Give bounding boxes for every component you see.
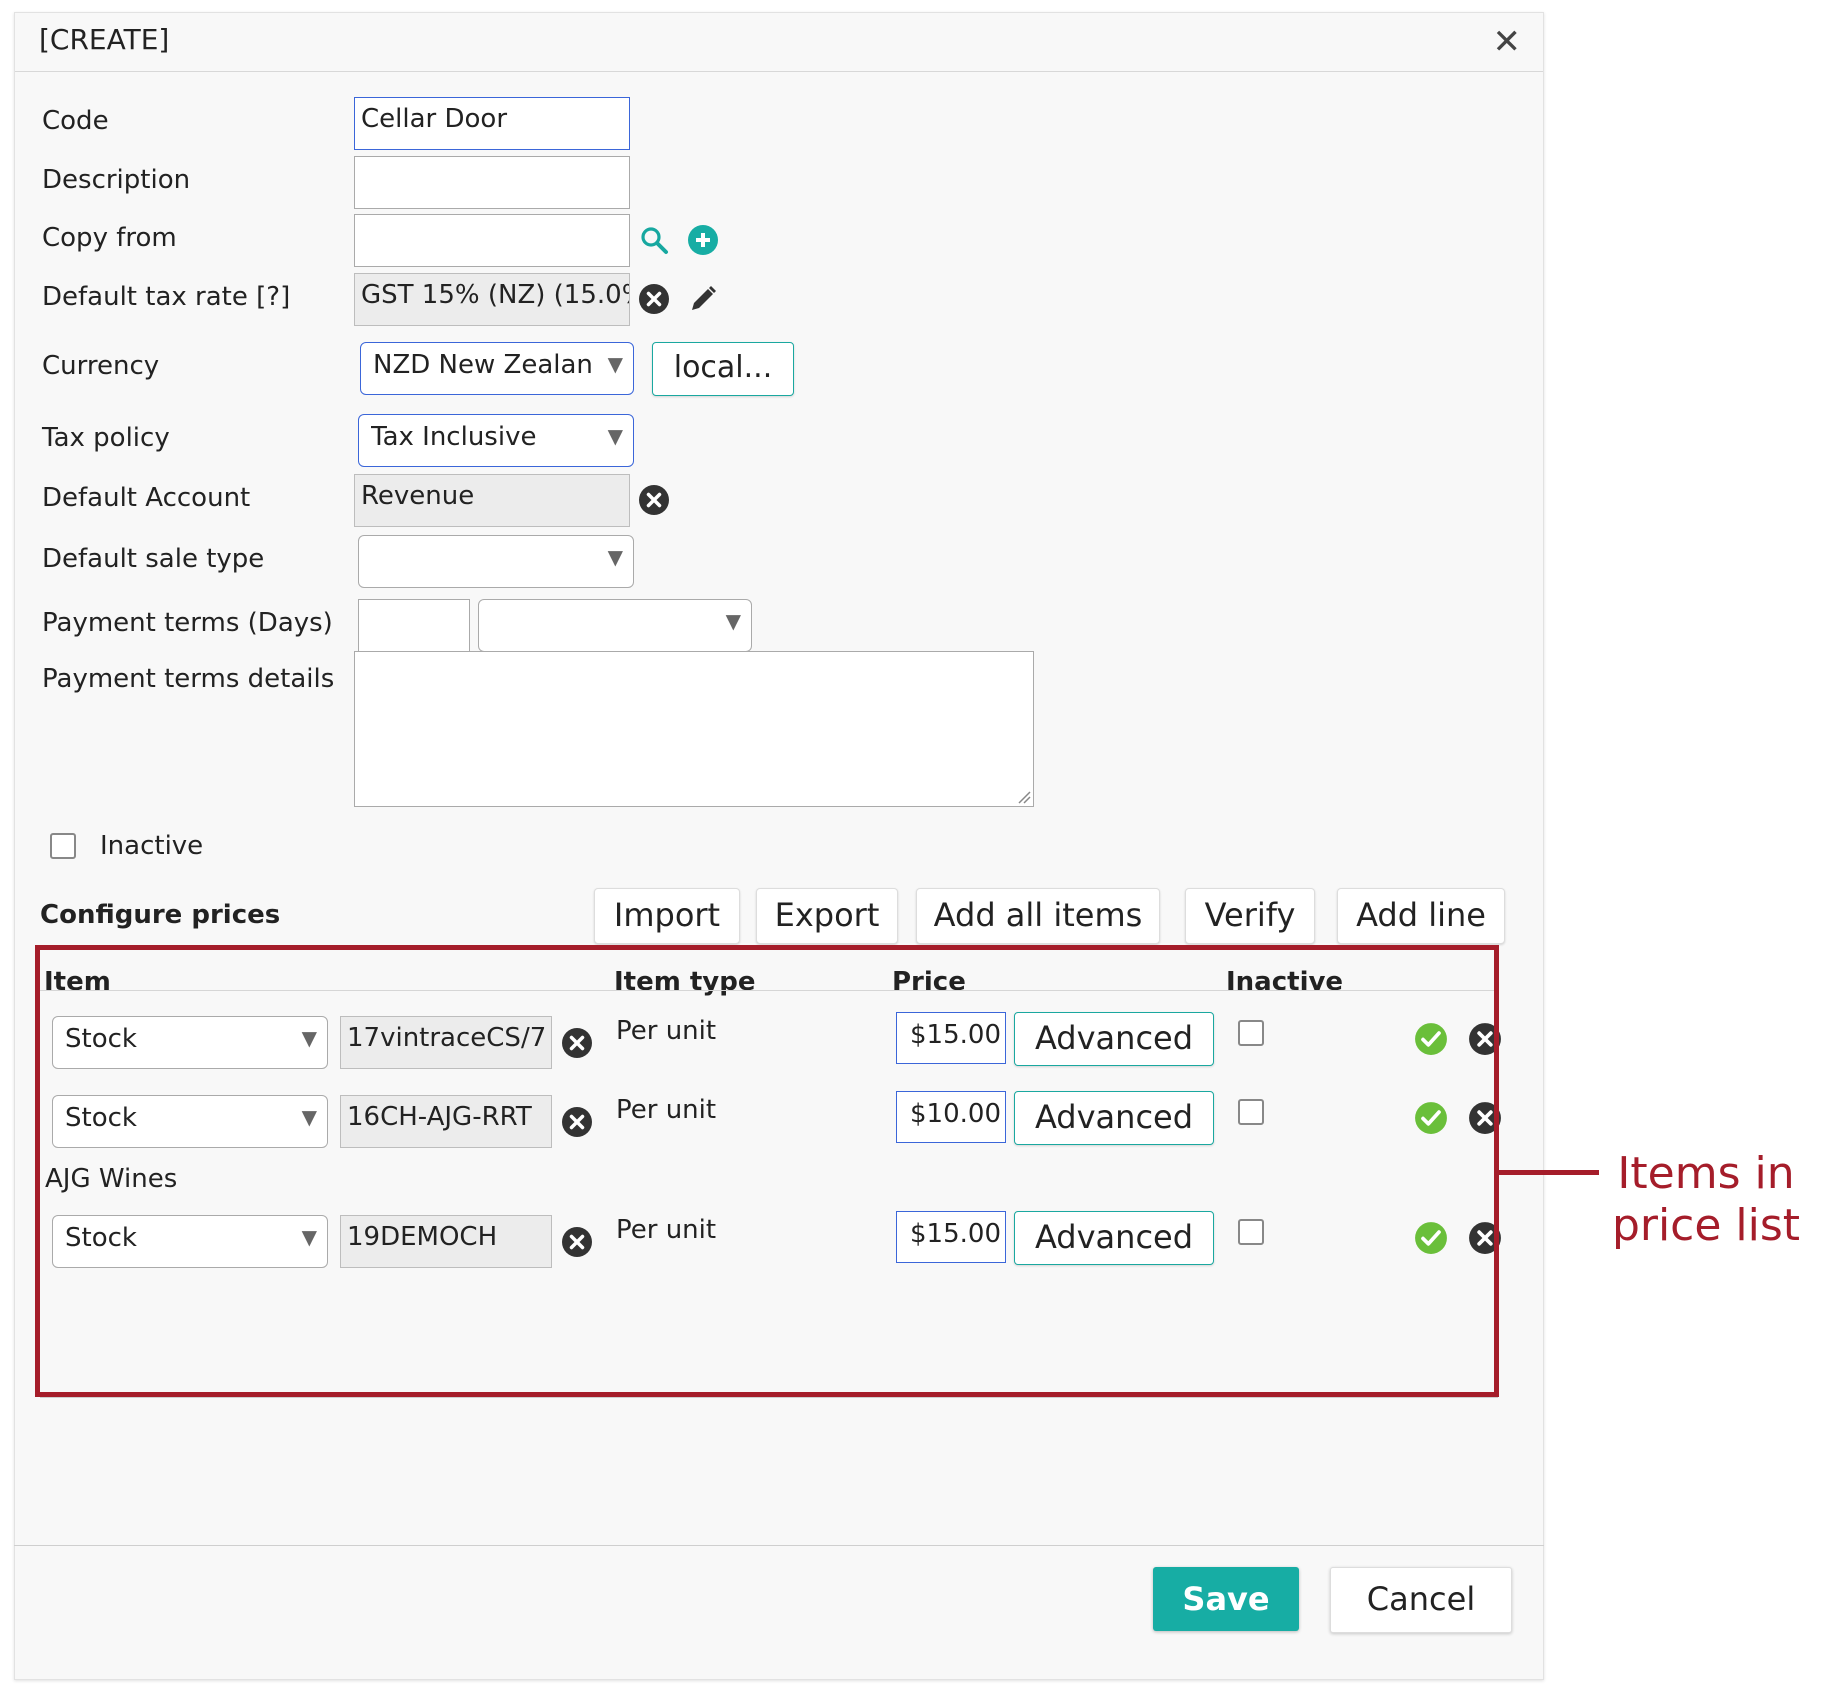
clear-icon[interactable] — [638, 283, 670, 315]
export-button[interactable]: Export — [756, 888, 898, 944]
column-header-price: Price — [892, 967, 966, 997]
item-sub-label: AJG Wines — [45, 1164, 178, 1194]
default-sale-type-select[interactable]: ▼ — [358, 535, 634, 588]
item-code-input[interactable]: 17vintraceCS/7 — [340, 1016, 552, 1069]
copy-from-input[interactable] — [354, 214, 630, 267]
configure-prices-title: Configure prices — [40, 900, 281, 930]
dialog-titlebar: [CREATE] ✕ — [15, 13, 1543, 72]
column-header-item: Item — [44, 967, 111, 997]
price-input[interactable]: $15.00 — [896, 1012, 1006, 1064]
item-kind-value: Stock — [65, 1223, 137, 1253]
dropdown-arrow-icon: ▼ — [725, 609, 741, 633]
save-button[interactable]: Save — [1153, 1567, 1299, 1631]
advanced-button[interactable]: Advanced — [1014, 1091, 1214, 1145]
local-currency-button[interactable]: local... — [652, 342, 794, 396]
payment-terms-label: Payment terms (Days) — [42, 608, 333, 638]
add-line-button[interactable]: Add line — [1337, 888, 1505, 944]
payment-terms-details-label: Payment terms details — [42, 664, 335, 694]
dialog-title: [CREATE] — [39, 23, 170, 56]
row-inactive-checkbox[interactable] — [1238, 1219, 1264, 1245]
code-label: Code — [42, 106, 109, 136]
row-inactive-checkbox[interactable] — [1238, 1099, 1264, 1125]
check-circle-icon[interactable] — [1414, 1022, 1448, 1056]
default-account-input[interactable]: Revenue — [354, 474, 630, 527]
description-label: Description — [42, 165, 191, 195]
dropdown-arrow-icon: ▼ — [301, 1225, 317, 1249]
row-inactive-checkbox[interactable] — [1238, 1020, 1264, 1046]
tax-policy-select-value: Tax Inclusive — [371, 422, 537, 452]
price-input[interactable]: $10.00 — [896, 1091, 1006, 1143]
item-kind-value: Stock — [65, 1024, 137, 1054]
item-type-text: Per unit — [616, 1095, 717, 1125]
clear-icon[interactable] — [561, 1226, 593, 1258]
description-input[interactable] — [354, 156, 630, 209]
remove-circle-icon[interactable] — [1468, 1101, 1502, 1135]
item-code-input[interactable]: 19DEMOCH — [340, 1215, 552, 1268]
check-circle-icon[interactable] — [1414, 1101, 1448, 1135]
dropdown-arrow-icon: ▼ — [607, 352, 623, 376]
price-input[interactable]: $15.00 — [896, 1211, 1006, 1263]
currency-label: Currency — [42, 351, 160, 381]
inactive-checkbox[interactable] — [50, 833, 76, 859]
inactive-label: Inactive — [100, 831, 204, 861]
default-sale-type-label: Default sale type — [42, 544, 265, 574]
default-tax-rate-label: Default tax rate [?] — [42, 282, 291, 312]
add-all-items-button[interactable]: Add all items — [916, 888, 1160, 944]
import-button[interactable]: Import — [594, 888, 740, 944]
advanced-button[interactable]: Advanced — [1014, 1012, 1214, 1066]
column-header-inactive: Inactive — [1226, 967, 1344, 997]
currency-select[interactable]: NZD New Zealan ▼ — [360, 342, 634, 395]
item-type-text: Per unit — [616, 1016, 717, 1046]
payment-terms-unit-select[interactable]: ▼ — [478, 599, 752, 652]
advanced-button[interactable]: Advanced — [1014, 1211, 1214, 1265]
item-type-text: Per unit — [616, 1215, 717, 1245]
payment-terms-days-input[interactable] — [358, 599, 470, 652]
dropdown-arrow-icon: ▼ — [607, 424, 623, 448]
item-code-input[interactable]: 16CH-AJG-RRT — [340, 1095, 552, 1148]
create-dialog: [CREATE] ✕ — [14, 12, 1544, 1680]
search-icon[interactable] — [638, 224, 670, 256]
item-kind-select[interactable]: Stock ▼ — [52, 1095, 328, 1148]
dropdown-arrow-icon: ▼ — [301, 1026, 317, 1050]
tax-policy-label: Tax policy — [42, 423, 170, 453]
code-input[interactable]: Cellar Door — [354, 97, 630, 150]
edit-pencil-icon[interactable] — [687, 283, 719, 315]
callout-label: Items in price list — [1596, 1148, 1816, 1252]
callout-line-2: price list — [1611, 1200, 1801, 1251]
default-tax-rate-input[interactable]: GST 15% (NZ) (15.0% — [354, 273, 630, 326]
clear-icon[interactable] — [638, 484, 670, 516]
table-header-divider — [40, 990, 1498, 991]
remove-circle-icon[interactable] — [1468, 1221, 1502, 1255]
callout-connector — [1499, 1170, 1599, 1175]
resize-handle-icon[interactable] — [1015, 788, 1031, 804]
verify-button[interactable]: Verify — [1185, 888, 1315, 944]
item-kind-select[interactable]: Stock ▼ — [52, 1215, 328, 1268]
payment-terms-details-textarea[interactable] — [354, 651, 1034, 807]
clear-icon[interactable] — [561, 1106, 593, 1138]
default-account-label: Default Account — [42, 483, 251, 513]
add-circle-icon[interactable] — [687, 224, 719, 256]
item-kind-select[interactable]: Stock ▼ — [52, 1016, 328, 1069]
check-circle-icon[interactable] — [1414, 1221, 1448, 1255]
callout-line-1: Items in — [1617, 1148, 1795, 1199]
table-bottom-divider — [40, 1397, 1498, 1398]
dropdown-arrow-icon: ▼ — [301, 1105, 317, 1129]
currency-select-value: NZD New Zealan — [373, 350, 593, 380]
remove-circle-icon[interactable] — [1468, 1022, 1502, 1056]
footer-divider — [14, 1545, 1544, 1546]
item-kind-value: Stock — [65, 1103, 137, 1133]
cancel-button[interactable]: Cancel — [1330, 1567, 1512, 1633]
close-icon[interactable]: ✕ — [1493, 25, 1522, 59]
column-header-item-type: Item type — [614, 967, 756, 997]
tax-policy-select[interactable]: Tax Inclusive ▼ — [358, 414, 634, 467]
copy-from-label: Copy from — [42, 223, 177, 253]
clear-icon[interactable] — [561, 1027, 593, 1059]
dropdown-arrow-icon: ▼ — [607, 545, 623, 569]
